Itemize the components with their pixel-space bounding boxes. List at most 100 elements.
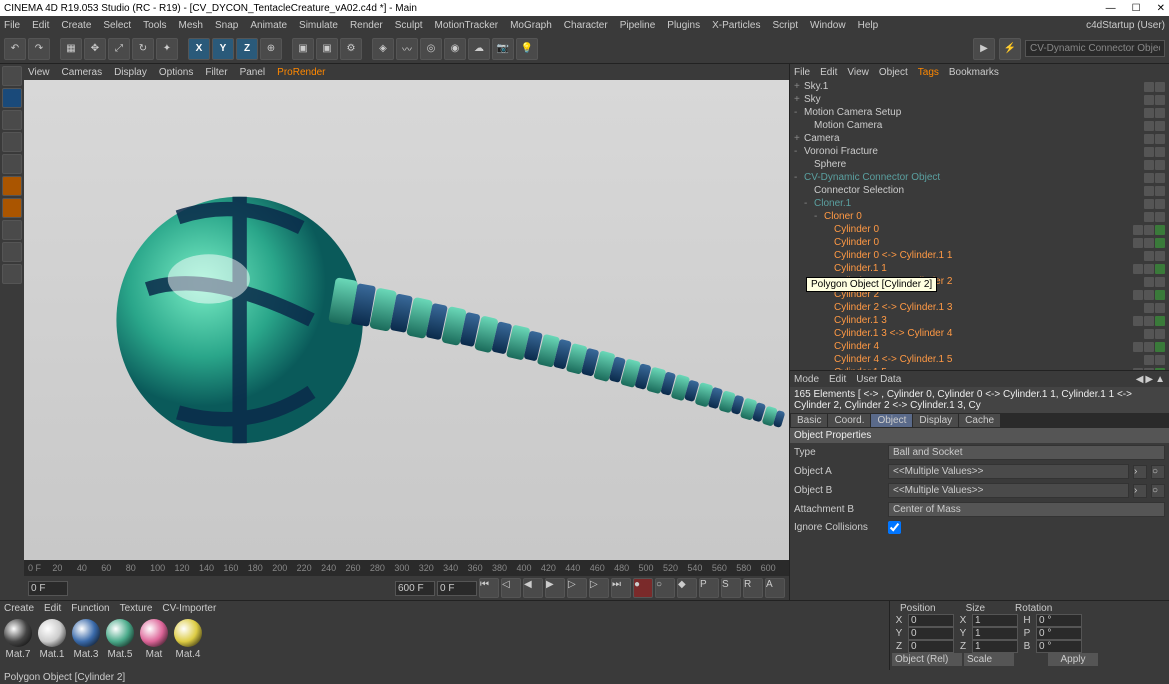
tree-row[interactable]: -CV-Dynamic Connector Object — [790, 171, 1169, 184]
menu-snap[interactable]: Snap — [215, 20, 238, 31]
tree-item-name[interactable]: Cylinder.1 5 — [834, 367, 1133, 370]
camera-button[interactable]: 📷 — [492, 38, 514, 60]
render-dot[interactable] — [1144, 290, 1154, 300]
visibility-dot[interactable] — [1133, 264, 1143, 274]
render-dot[interactable] — [1155, 355, 1165, 365]
tree-row[interactable]: -Cloner.1 — [790, 197, 1169, 210]
render-dot[interactable] — [1144, 316, 1154, 326]
menu-mograph[interactable]: MoGraph — [510, 20, 552, 31]
coord-pos-input[interactable] — [908, 627, 954, 640]
tree-item-name[interactable]: Cylinder 2 <-> Cylinder.1 3 — [834, 302, 1144, 313]
menu-xparticles[interactable]: X-Particles — [712, 20, 760, 31]
visibility-dot[interactable] — [1144, 160, 1154, 170]
attr-menu-mode[interactable]: Mode — [794, 374, 819, 385]
om-menu-tags[interactable]: Tags — [918, 67, 939, 78]
commander-search-input[interactable] — [1025, 40, 1165, 57]
tree-row[interactable]: Cylinder.1 5 — [790, 366, 1169, 370]
tree-row[interactable]: Cylinder 0 — [790, 236, 1169, 249]
tag-icon[interactable] — [1155, 316, 1165, 326]
attr-type-dropdown[interactable]: Ball and Socket — [888, 445, 1165, 460]
tree-item-name[interactable]: Cylinder 4 <-> Cylinder.1 5 — [834, 354, 1144, 365]
menu-create[interactable]: Create — [61, 20, 91, 31]
light-button[interactable]: 💡 — [516, 38, 538, 60]
next-key-button[interactable]: ▷ — [589, 578, 609, 598]
visibility-dot[interactable] — [1144, 212, 1154, 222]
visibility-dot[interactable] — [1144, 199, 1154, 209]
expand-icon[interactable]: - — [814, 211, 824, 222]
environment-button[interactable]: ☁ — [468, 38, 490, 60]
attr-nav-back-icon[interactable]: ◀ — [1136, 374, 1144, 385]
render-dot[interactable] — [1144, 225, 1154, 235]
render-dot[interactable] — [1155, 277, 1165, 287]
render-dot[interactable] — [1155, 251, 1165, 261]
menu-tools[interactable]: Tools — [143, 20, 166, 31]
render-dot[interactable] — [1155, 147, 1165, 157]
visibility-dot[interactable] — [1144, 134, 1154, 144]
goto-end-button[interactable]: ⏭ — [611, 578, 631, 598]
tree-row[interactable]: +Sky.1 — [790, 80, 1169, 93]
visibility-dot[interactable] — [1144, 82, 1154, 92]
tree-item-name[interactable]: Camera — [804, 133, 1144, 144]
om-menu-file[interactable]: File — [794, 67, 810, 78]
tree-row[interactable]: Cylinder 4 <-> Cylinder.1 5 — [790, 353, 1169, 366]
render-dot[interactable] — [1155, 108, 1165, 118]
visibility-dot[interactable] — [1144, 121, 1154, 131]
tree-row[interactable]: Cylinder 0 <-> Cylinder.1 1 — [790, 249, 1169, 262]
om-menu-edit[interactable]: Edit — [820, 67, 837, 78]
tree-item-name[interactable]: Voronoi Fracture — [804, 146, 1144, 157]
vp-menu-filter[interactable]: Filter — [205, 67, 227, 78]
autokey-button[interactable]: ○ — [655, 578, 675, 598]
tree-item-name[interactable]: Cylinder 4 — [834, 341, 1133, 352]
generator-button[interactable]: ◎ — [420, 38, 442, 60]
move-tool[interactable]: ✥ — [84, 38, 106, 60]
material-preview-icon[interactable] — [72, 619, 100, 647]
render-dot[interactable] — [1155, 95, 1165, 105]
render-view-button[interactable]: ▣ — [292, 38, 314, 60]
vp-menu-prorender[interactable]: ProRender — [277, 67, 325, 78]
mat-menu-create[interactable]: Create — [4, 603, 34, 614]
deformer-button[interactable]: ◉ — [444, 38, 466, 60]
coord-apply-button[interactable]: Apply — [1048, 653, 1098, 666]
tree-row[interactable]: Connector Selection — [790, 184, 1169, 197]
object-tree[interactable]: +Sky.1+Sky-Motion Camera SetupMotion Cam… — [790, 80, 1169, 370]
attr-obja-field[interactable]: <<Multiple Values>> — [888, 464, 1129, 479]
render-dot[interactable] — [1144, 342, 1154, 352]
maximize-icon[interactable]: ☐ — [1132, 3, 1141, 14]
coord-size-input[interactable] — [972, 627, 1018, 640]
menu-sculpt[interactable]: Sculpt — [395, 20, 423, 31]
tree-row[interactable]: Cylinder.1 3 <-> Cylinder 4 — [790, 327, 1169, 340]
tag-icon[interactable] — [1155, 290, 1165, 300]
tree-row[interactable]: -Motion Camera Setup — [790, 106, 1169, 119]
attr-menu-edit[interactable]: Edit — [829, 374, 846, 385]
edge-mode-tool[interactable] — [2, 176, 22, 196]
pos-key-button[interactable]: P — [699, 578, 719, 598]
menu-help[interactable]: Help — [858, 20, 879, 31]
menu-plugins[interactable]: Plugins — [667, 20, 700, 31]
visibility-dot[interactable] — [1133, 290, 1143, 300]
menu-render[interactable]: Render — [350, 20, 383, 31]
vp-menu-options[interactable]: Options — [159, 67, 193, 78]
render-dot[interactable] — [1155, 329, 1165, 339]
tree-item-name[interactable]: Connector Selection — [814, 185, 1144, 196]
render-settings-button[interactable]: ⚙ — [340, 38, 362, 60]
material-preview-icon[interactable] — [140, 619, 168, 647]
render-picture-button[interactable]: ▣ — [316, 38, 338, 60]
visibility-dot[interactable] — [1144, 303, 1154, 313]
render-dot[interactable] — [1155, 199, 1165, 209]
attr-nav-up-icon[interactable]: ▲ — [1155, 374, 1165, 385]
render-dot[interactable] — [1155, 121, 1165, 131]
tree-item-name[interactable]: Sky.1 — [804, 81, 1144, 92]
rotate-tool[interactable]: ↻ — [132, 38, 154, 60]
menu-animate[interactable]: Animate — [250, 20, 287, 31]
mat-menu-texture[interactable]: Texture — [120, 603, 153, 614]
rot-key-button[interactable]: R — [743, 578, 763, 598]
timeline-start-input[interactable] — [28, 581, 68, 596]
y-axis-lock[interactable]: Y — [212, 38, 234, 60]
play-button[interactable]: ▶ — [973, 38, 995, 60]
mat-menu-edit[interactable]: Edit — [44, 603, 61, 614]
attr-objb-pick-icon[interactable]: › — [1133, 484, 1147, 498]
tab-coord[interactable]: Coord. — [828, 414, 870, 427]
menu-select[interactable]: Select — [103, 20, 131, 31]
expand-icon[interactable]: - — [804, 198, 814, 209]
coord-mode-dropdown[interactable]: Object (Rel) — [892, 653, 962, 666]
